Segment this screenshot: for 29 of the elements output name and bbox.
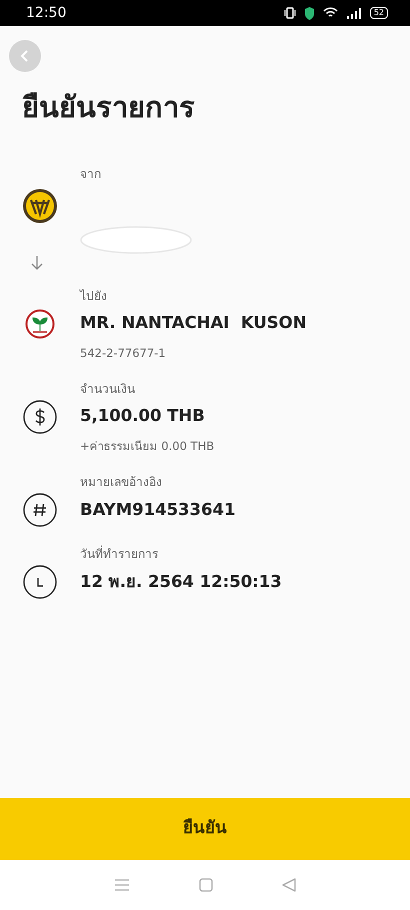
back-button[interactable]: [9, 40, 41, 72]
to-label: ไปยัง: [80, 288, 107, 304]
page-title: ยืนยันรายการ: [22, 89, 196, 126]
fee-note: +ค่าธรรมเนียม 0.00 THB: [80, 438, 214, 455]
home-icon[interactable]: [198, 878, 213, 892]
account-number: 542-2-77677-1: [80, 344, 166, 362]
field-label: หมายเลขอ้างอิง: [80, 474, 162, 491]
bank-logo-icon: [25, 308, 55, 338]
bank-logo-icon: [23, 188, 57, 222]
status-time: 12:50: [26, 4, 66, 22]
from-label: จาก: [80, 166, 101, 182]
field-value: 5,100.00 THB: [80, 405, 205, 428]
recipient-name: MR. NANTACHAI KUSON: [80, 312, 307, 334]
wifi-icon: [322, 7, 338, 19]
menu-icon[interactable]: [114, 878, 130, 892]
clock-icon: [23, 565, 57, 599]
field-label: จำนวนเงิน: [80, 380, 135, 398]
battery-level: 52: [370, 7, 388, 19]
field-value: 12 พ.ย. 2564 12:50:13: [80, 570, 282, 593]
shield-icon: [304, 6, 315, 20]
hash-icon: [23, 493, 57, 527]
back-icon[interactable]: [282, 878, 296, 892]
field-value: BAYM914533641: [80, 498, 236, 521]
field-label: วันที่ทำรายการ: [80, 545, 158, 563]
vibrate-icon: [284, 7, 296, 19]
dollar-icon: [23, 400, 57, 434]
signal-icon: [346, 7, 362, 19]
down-arrow-icon: [30, 254, 44, 270]
confirm-button[interactable]: ยืนยัน: [0, 798, 410, 860]
